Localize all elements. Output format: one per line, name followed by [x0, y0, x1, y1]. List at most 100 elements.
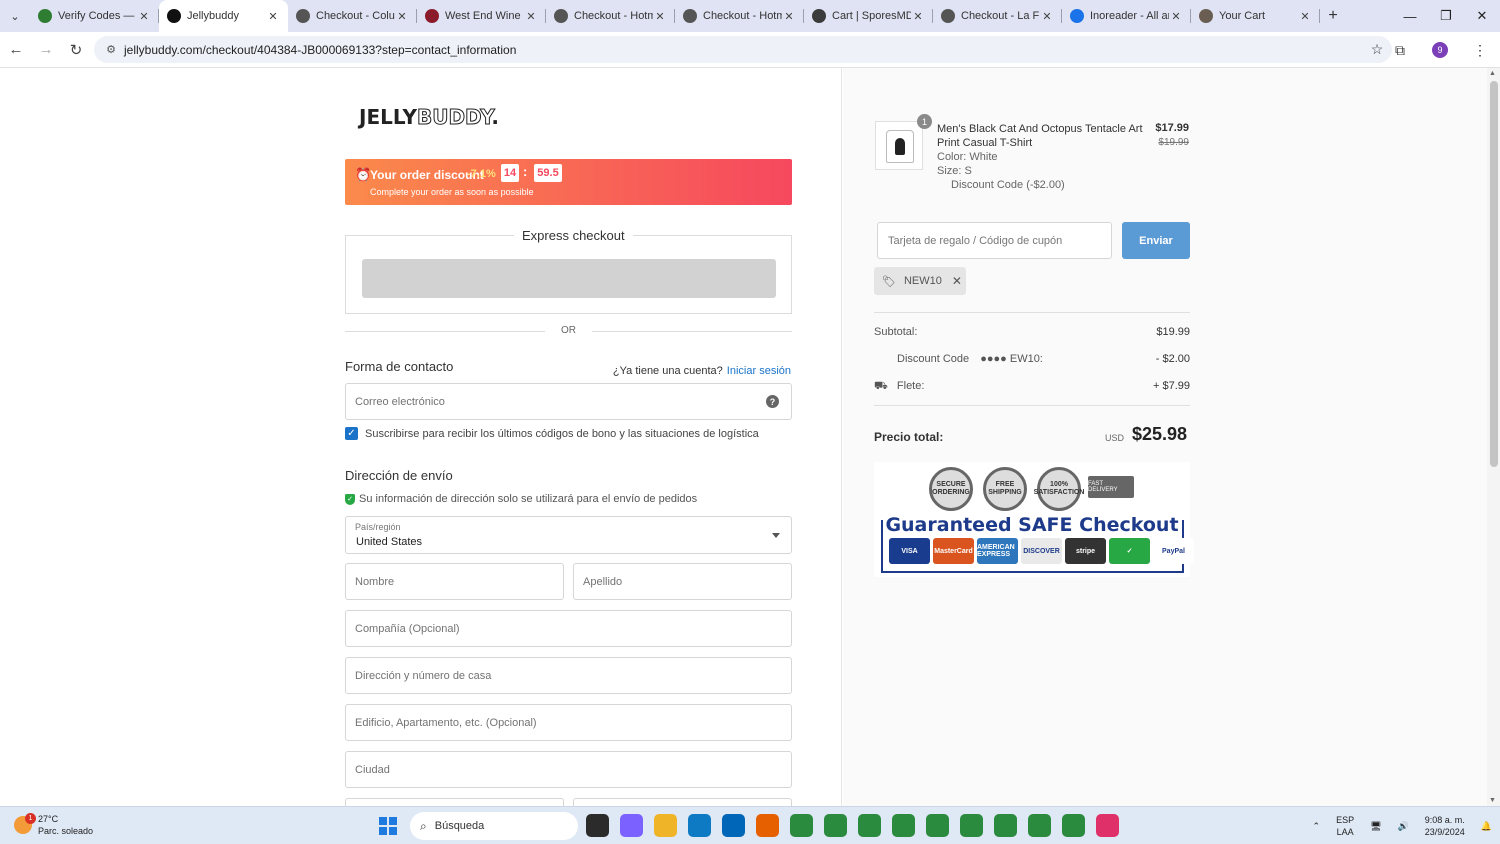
apartment-field[interactable]: Edificio, Apartamento, etc. (Opcional)	[345, 704, 792, 741]
tab-title: Checkout - Hotm	[574, 10, 653, 22]
discount-code-masked: ●●●● EW10:	[980, 353, 1043, 365]
taskbar-app-icon[interactable]	[858, 814, 881, 837]
tab-close-icon[interactable]: ✕	[137, 10, 151, 23]
taskbar-app-icon[interactable]	[926, 814, 949, 837]
browser-tab[interactable]: Verify Codes — Si✕	[30, 0, 159, 32]
discount-percent: -7.1%	[467, 168, 496, 180]
tab-search-chevron-icon[interactable]: ⌄	[0, 0, 30, 32]
browser-tab[interactable]: Jellybuddy ✕	[159, 0, 288, 32]
login-link[interactable]: Iniciar sesión	[727, 365, 791, 377]
taskbar-app-icon[interactable]	[1096, 814, 1119, 837]
browser-tab[interactable]: Inoreader - All ar ✕	[1062, 0, 1191, 32]
coupon-input[interactable]: Tarjeta de regalo / Código de cupón	[877, 222, 1112, 259]
email-field[interactable]: Correo electrónico ?	[345, 383, 792, 420]
show-hidden-icons-chevron-icon[interactable]: ⌃	[1313, 820, 1321, 832]
browser-tab[interactable]: West End Wine & ✕	[417, 0, 546, 32]
browser-tab[interactable]: Checkout - La Flo ✕	[933, 0, 1062, 32]
taskbar-app-icon[interactable]	[994, 814, 1017, 837]
tab-favicon-icon	[38, 9, 52, 23]
restore-icon[interactable]: ❐	[1428, 0, 1464, 32]
taskbar-app-icon[interactable]	[756, 814, 779, 837]
payment-logo: DISCOVER	[1021, 538, 1062, 564]
tab-close-icon[interactable]: ✕	[782, 10, 796, 23]
product-thumbnail	[875, 121, 923, 170]
profile-avatar[interactable]: 9	[1432, 42, 1448, 58]
quantity-badge: 1	[917, 114, 932, 129]
jellybuddy-logo[interactable]: JELLYBUDDY.	[359, 105, 499, 130]
tab-title: Verify Codes — Si	[58, 10, 137, 22]
tab-close-icon[interactable]: ✕	[524, 10, 538, 23]
scroll-down-arrow-icon[interactable]: ▼	[1489, 797, 1496, 804]
taskbar-app-icon[interactable]	[688, 814, 711, 837]
tab-close-icon[interactable]: ✕	[1298, 10, 1312, 23]
taskbar-app-icon[interactable]	[1062, 814, 1085, 837]
tab-favicon-icon	[1199, 9, 1213, 23]
volume-icon[interactable]: 🔊	[1398, 820, 1409, 832]
language-indicator[interactable]: ESP LAA	[1336, 814, 1354, 838]
taskbar-app-icon[interactable]	[586, 814, 609, 837]
first-name-field[interactable]: Nombre	[345, 563, 564, 600]
subtotal-label: Subtotal:	[874, 326, 918, 338]
apply-coupon-button[interactable]: Enviar	[1122, 222, 1190, 259]
tab-close-icon[interactable]: ✕	[1040, 10, 1054, 23]
remove-coupon-icon[interactable]: ✕	[952, 274, 962, 288]
clock-date: 23/9/2024	[1424, 827, 1465, 837]
last-name-field[interactable]: Apellido	[573, 563, 792, 600]
taskbar-app-icon[interactable]	[722, 814, 745, 837]
notification-bell-icon[interactable]: 🔔	[1481, 820, 1492, 832]
taskbar-search[interactable]: ⌕ Búsqueda	[410, 812, 578, 840]
apartment-placeholder: Edificio, Apartamento, etc. (Opcional)	[355, 716, 537, 729]
browser-tab[interactable]: Cart | SporesMD ✕	[804, 0, 933, 32]
taskbar-app-icon[interactable]	[654, 814, 677, 837]
weather-desc: Parc. soleado	[38, 826, 94, 836]
tab-close-icon[interactable]: ✕	[911, 10, 925, 23]
tab-favicon-icon	[425, 9, 439, 23]
browser-menu-icon[interactable]: ⋮	[1460, 42, 1500, 59]
forward-arrow-icon[interactable]: →	[32, 36, 60, 64]
shipping-label: Flete:	[896, 380, 925, 392]
windows-start-icon[interactable]	[379, 817, 397, 835]
subscribe-checkbox[interactable]: ✓	[345, 427, 358, 440]
minimize-icon[interactable]: —	[1392, 0, 1428, 32]
company-field[interactable]: Compañía (Opcional)	[345, 610, 792, 647]
taskbar-app-icon[interactable]	[892, 814, 915, 837]
taskbar-app-icon[interactable]	[960, 814, 983, 837]
applied-code: NEW10	[903, 275, 942, 287]
country-select[interactable]: País/región United States	[345, 516, 792, 554]
zip-field[interactable]	[573, 798, 792, 806]
tab-close-icon[interactable]: ✕	[1169, 10, 1183, 23]
new-tab-button[interactable]: +	[1320, 7, 1346, 25]
browser-tab[interactable]: Checkout - Colug ✕	[288, 0, 417, 32]
state-field[interactable]	[345, 798, 564, 806]
page-scrollbar[interactable]: ▲ ▼	[1487, 68, 1500, 806]
weather-widget[interactable]: 1 27°C Parc. soleado	[14, 813, 93, 837]
address-field[interactable]: Dirección y número de casa	[345, 657, 792, 694]
url-text[interactable]: jellybuddy.com/checkout/404384-JB0000691…	[124, 43, 1362, 57]
discount-timer-banner: ⏰ Your order discount -7.1% 14 : 59.5 Co…	[345, 159, 792, 205]
reload-icon[interactable]: ↻	[62, 36, 90, 64]
browser-tab[interactable]: Checkout - Hotm ✕	[675, 0, 804, 32]
browser-tab[interactable]: Your Cart ✕	[1191, 0, 1320, 32]
taskbar-app-icon[interactable]	[824, 814, 847, 837]
tab-close-icon[interactable]: ✕	[266, 10, 280, 23]
close-window-icon[interactable]: ✕	[1464, 0, 1500, 32]
tab-close-icon[interactable]: ✕	[653, 10, 667, 23]
scroll-thumb[interactable]	[1490, 81, 1498, 467]
scroll-up-arrow-icon[interactable]: ▲	[1489, 70, 1496, 77]
site-settings-icon[interactable]: ⚙	[98, 43, 124, 56]
tab-close-icon[interactable]: ✕	[395, 10, 409, 23]
country-label: País/región	[355, 522, 401, 532]
network-icon[interactable]: 🖥	[1370, 820, 1381, 832]
subtotal-row: Subtotal: $19.99	[874, 326, 1190, 338]
taskbar-app-icon[interactable]	[790, 814, 813, 837]
express-checkout-button[interactable]	[362, 259, 776, 298]
browser-tab[interactable]: Checkout - Hotm ✕	[546, 0, 675, 32]
taskbar-app-icon[interactable]	[1028, 814, 1051, 837]
taskbar-app-icon[interactable]	[620, 814, 643, 837]
address-bar[interactable]: ⚙ jellybuddy.com/checkout/404384-JB00006…	[94, 36, 1392, 63]
help-question-icon[interactable]: ?	[766, 395, 779, 408]
extensions-puzzle-icon[interactable]: ⧉	[1380, 42, 1420, 59]
clock[interactable]: 9:08 a. m. 23/9/2024	[1425, 814, 1465, 838]
city-field[interactable]: Ciudad	[345, 751, 792, 788]
back-arrow-icon[interactable]: ←	[2, 36, 30, 64]
